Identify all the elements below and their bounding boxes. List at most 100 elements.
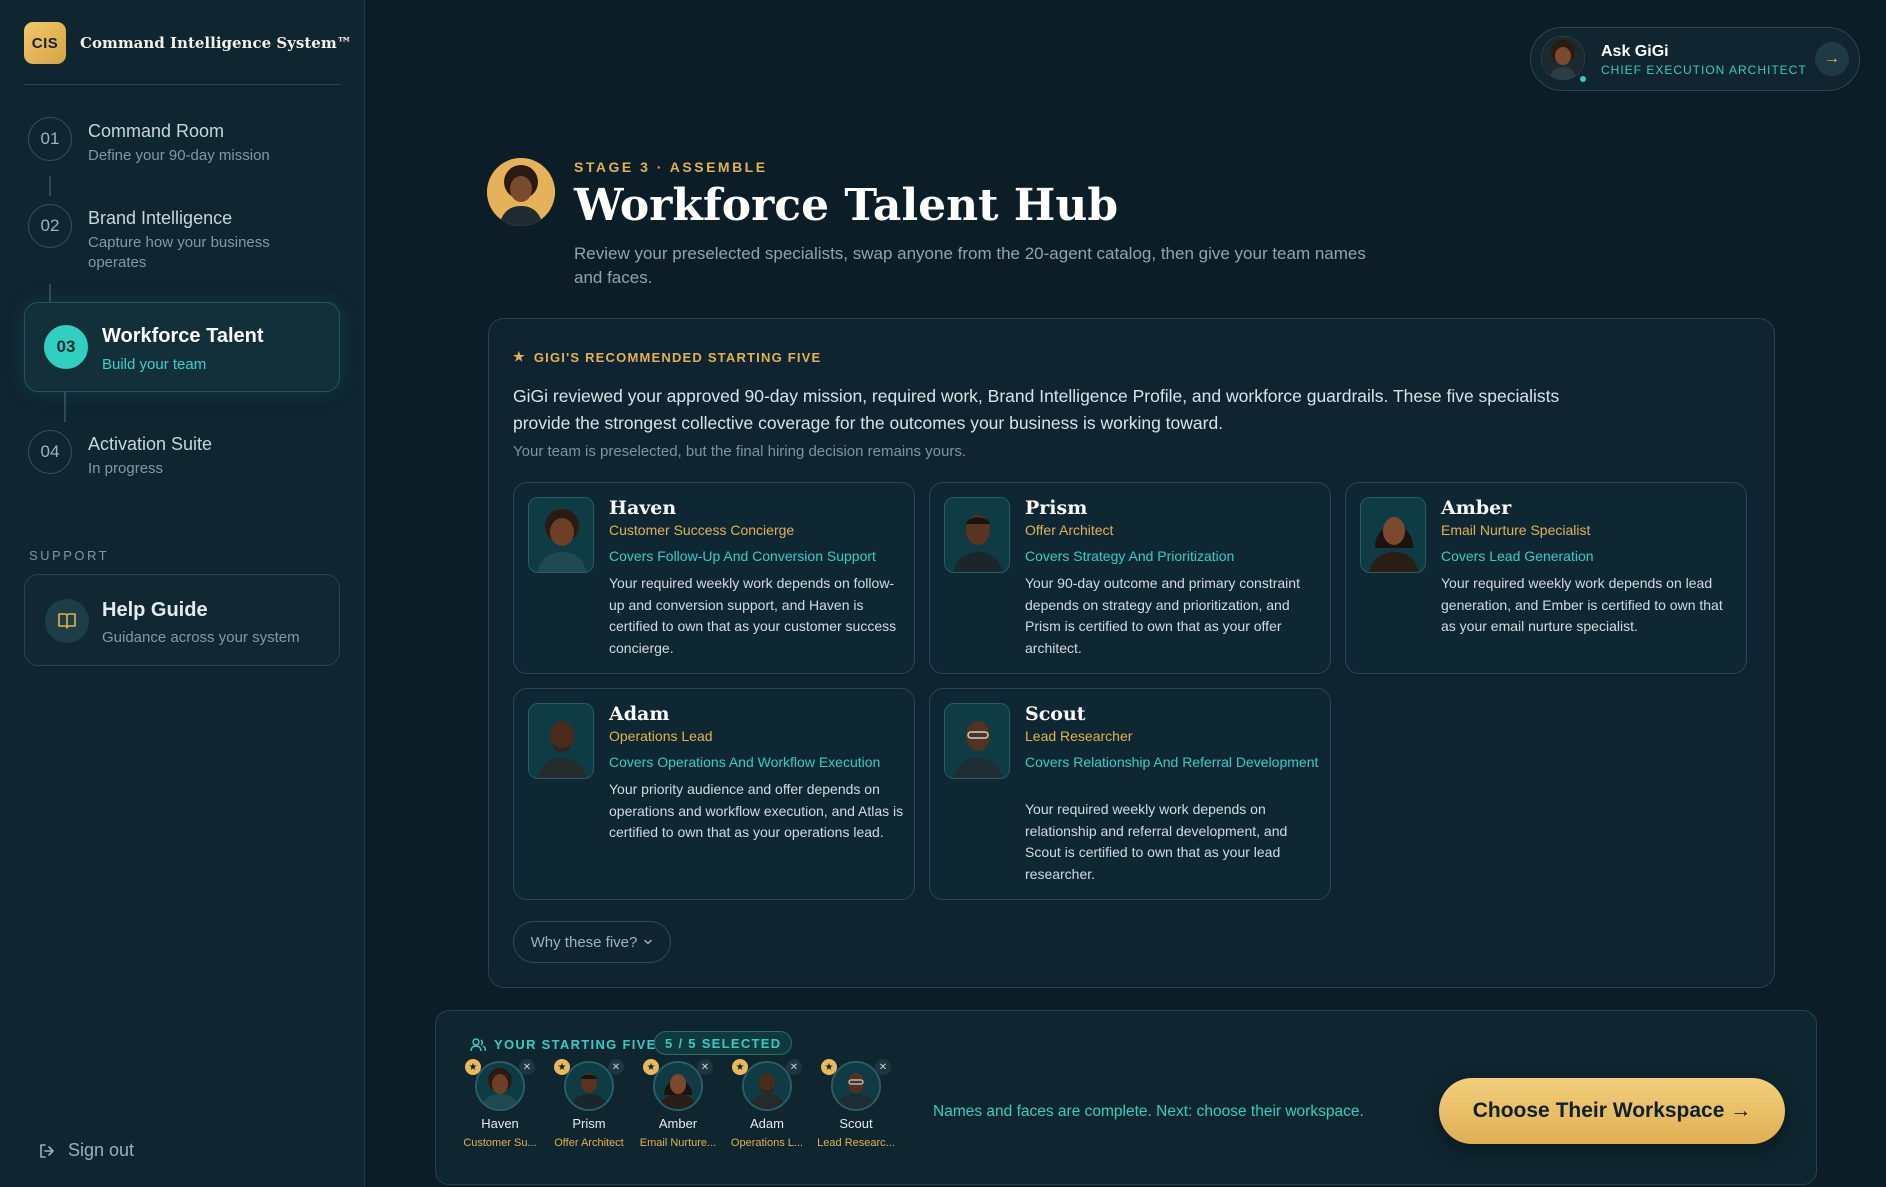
step-title: Brand Intelligence <box>88 208 233 228</box>
why-label: Why these five? <box>530 933 638 951</box>
divider <box>24 84 340 85</box>
step-connector <box>49 284 51 302</box>
member-role: Offer Architect <box>554 1137 624 1149</box>
step-number: 01 <box>28 117 72 161</box>
sign-out-label: Sign out <box>68 1140 135 1160</box>
agent-description: Your required weekly work depends on rel… <box>1025 801 1288 882</box>
step-subtitle: Build your team <box>102 356 207 373</box>
remove-icon[interactable]: ✕ <box>786 1059 802 1075</box>
agent-coverage: Covers Strategy And Prioritization <box>1025 548 1235 564</box>
tray-member[interactable]: ★ ✕ Amber Email Nurture... <box>633 1059 723 1149</box>
member-avatar: ★ ✕ <box>554 1059 624 1111</box>
support-label: SUPPORT <box>29 548 110 563</box>
recommended-panel: ★ GIGI'S RECOMMENDED STARTING FIVE GiGi … <box>488 318 1775 988</box>
agent-card-amber[interactable]: Amber Email Nurture Specialist Covers Le… <box>1345 482 1747 674</box>
agent-description: Your required weekly work depends on fol… <box>609 575 897 656</box>
agent-coverage: Covers Lead Generation <box>1441 548 1594 564</box>
agent-description: Your priority audience and offer depends… <box>609 781 904 840</box>
online-status-dot <box>1578 74 1588 84</box>
member-avatar: ★ ✕ <box>821 1059 891 1111</box>
recommended-kicker: ★ GIGI'S RECOMMENDED STARTING FIVE <box>513 349 821 365</box>
sign-out-icon <box>40 1143 54 1158</box>
step-title: Activation Suite <box>88 434 213 454</box>
member-role: Email Nurture... <box>639 1137 717 1149</box>
help-title: Help Guide <box>102 599 208 621</box>
step-subtitle: Capture how your business operates <box>88 234 270 271</box>
step-subtitle: In progress <box>88 460 164 477</box>
agent-description: Your 90-day outcome and primary constrai… <box>1025 575 1300 656</box>
tray-member[interactable]: ★ ✕ Prism Offer Architect <box>544 1059 634 1149</box>
chevron-down-icon <box>644 939 653 945</box>
tray-kicker: YOUR STARTING FIVE <box>470 1037 657 1052</box>
agent-avatar <box>944 497 1010 573</box>
choose-workspace-button[interactable]: Choose Their Workspace → <box>1439 1078 1785 1144</box>
agent-coverage: Covers Follow-Up And Conversion Support <box>609 548 876 564</box>
remove-icon[interactable]: ✕ <box>875 1059 891 1075</box>
recommended-note: Your team is preselected, but the final … <box>513 443 967 460</box>
agent-role: Customer Success Concierge <box>609 522 795 538</box>
member-avatar: ★ ✕ <box>643 1059 713 1111</box>
agent-name: Adam <box>609 703 670 725</box>
member-name: Prism <box>572 1116 606 1131</box>
remove-icon[interactable]: ✕ <box>697 1059 713 1075</box>
step-connector <box>49 176 51 196</box>
tray-member[interactable]: ★ ✕ Adam Operations L... <box>722 1059 812 1149</box>
users-icon <box>470 1037 486 1051</box>
recommended-intro: GiGi reviewed your approved 90-day missi… <box>513 386 1560 433</box>
agent-name: Haven <box>609 497 677 519</box>
agent-coverage: Covers Operations And Workflow Execution <box>609 754 881 770</box>
agent-name: Scout <box>1025 703 1086 725</box>
sign-out-button[interactable]: Sign out <box>38 1140 134 1161</box>
why-these-five-button[interactable]: Why these five? <box>513 921 671 963</box>
step-command-room[interactable]: 01 Command Room Define your 90-day missi… <box>28 117 288 166</box>
agent-avatar <box>528 497 594 573</box>
step-number: 02 <box>28 204 72 248</box>
tray-member[interactable]: ★ ✕ Haven Customer Su... <box>455 1059 545 1149</box>
help-guide-button[interactable]: Help Guide Guidance across your system <box>24 574 340 666</box>
tray-status-message: Names and faces are complete. Next: choo… <box>933 1103 1364 1120</box>
member-name: Scout <box>839 1116 873 1131</box>
member-name: Haven <box>481 1116 519 1131</box>
agent-name: Prism <box>1025 497 1088 519</box>
tray-kicker-text: YOUR STARTING FIVE <box>494 1037 657 1052</box>
step-connector <box>64 392 66 422</box>
step-workforce-talent[interactable]: 03 Workforce Talent Build your team <box>24 302 340 392</box>
gigi-hero-avatar <box>487 158 555 226</box>
stage-kicker: STAGE 3 · ASSEMBLE <box>574 159 768 175</box>
step-activation-suite[interactable]: 04 Activation Suite In progress <box>28 430 288 479</box>
gigi-avatar <box>1541 36 1585 80</box>
agent-card-scout[interactable]: Scout Lead Researcher Covers Relationshi… <box>929 688 1331 900</box>
remove-icon[interactable]: ✕ <box>519 1059 535 1075</box>
agent-role: Offer Architect <box>1025 522 1114 538</box>
ask-gigi-name: Ask GiGi <box>1601 43 1669 60</box>
lead-star-icon: ★ <box>465 1059 481 1075</box>
member-role: Lead Researc... <box>817 1137 895 1149</box>
lead-star-icon: ★ <box>643 1059 659 1075</box>
brand[interactable]: CIS Command Intelligence System™ <box>24 22 352 64</box>
agent-avatar <box>528 703 594 779</box>
agent-role: Email Nurture Specialist <box>1441 522 1591 538</box>
member-role: Customer Su... <box>463 1137 537 1149</box>
member-role: Operations L... <box>730 1137 804 1149</box>
ask-gigi-role: CHIEF EXECUTION ARCHITECT <box>1601 63 1807 77</box>
agent-card-prism[interactable]: Prism Offer Architect Covers Strategy An… <box>929 482 1331 674</box>
brand-logo: CIS <box>24 22 66 64</box>
ask-gigi-button[interactable]: Ask GiGi CHIEF EXECUTION ARCHITECT → <box>1530 27 1860 91</box>
step-title: Workforce Talent <box>102 325 264 347</box>
page-title: Workforce Talent Hub <box>574 180 1119 231</box>
recommended-kicker-text: GIGI'S RECOMMENDED STARTING FIVE <box>533 349 822 365</box>
member-avatar: ★ ✕ <box>465 1059 535 1111</box>
member-name: Amber <box>658 1116 698 1131</box>
lead-star-icon: ★ <box>732 1059 748 1075</box>
lead-star-icon: ★ <box>554 1059 570 1075</box>
agent-card-adam[interactable]: Adam Operations Lead Covers Operations A… <box>513 688 915 900</box>
book-icon <box>45 599 89 643</box>
step-brand-intelligence[interactable]: 02 Brand Intelligence Capture how your b… <box>28 204 288 273</box>
remove-icon[interactable]: ✕ <box>608 1059 624 1075</box>
step-title: Command Room <box>88 121 225 141</box>
selected-count-badge: 5 / 5 SELECTED <box>654 1031 793 1055</box>
starting-five-tray: YOUR STARTING FIVE 5 / 5 SELECTED ★ ✕ Ha… <box>435 1010 1817 1185</box>
agent-card-haven[interactable]: Haven Customer Success Concierge Covers … <box>513 482 915 674</box>
agent-description: Your required weekly work depends on lea… <box>1441 575 1723 634</box>
tray-member[interactable]: ★ ✕ Scout Lead Researc... <box>811 1059 901 1149</box>
